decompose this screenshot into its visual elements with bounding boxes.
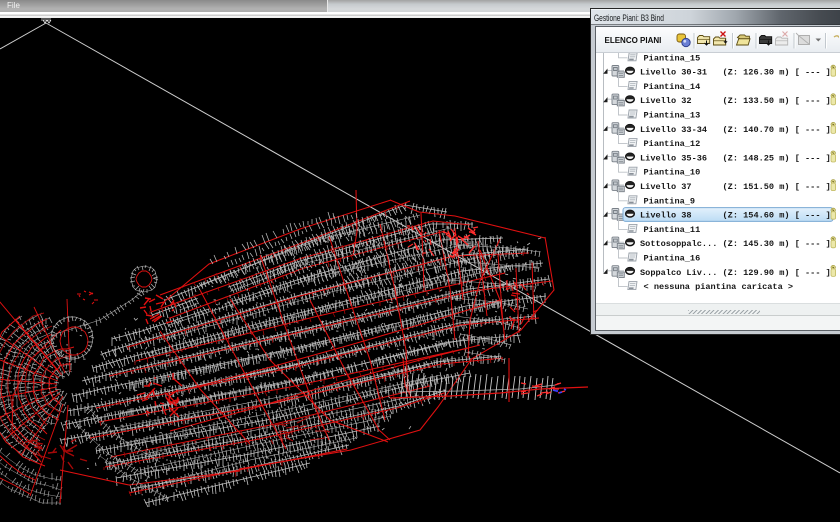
svg-text:Sottosoppalc... (Z: 145.30 m): Sottosoppalc... (Z: 145.30 m) [ --- ] bbox=[640, 239, 831, 249]
svg-text:Livello 38 (Z: 154.60 m): Livello 38 (Z: 154.60 m) [ --- ] bbox=[640, 210, 831, 220]
svg-text:Livello 35-36 (Z: 148.25 m): Livello 35-36 (Z: 148.25 m) [ --- ] bbox=[640, 153, 831, 163]
svg-text:Piantina_11: Piantina_11 bbox=[644, 224, 701, 234]
svg-text:Soppalco Liv... (Z: 129.90 m): Soppalco Liv... (Z: 129.90 m) [ --- ] bbox=[640, 267, 831, 277]
svg-text:Piantina_15: Piantina_15 bbox=[644, 53, 701, 63]
svg-text:Livello 37 (Z: 151.50 m): Livello 37 (Z: 151.50 m) [ --- ] bbox=[640, 182, 831, 192]
svg-text:Piantina_10: Piantina_10 bbox=[644, 167, 701, 177]
svg-text:< nessuna piantina caricata >: < nessuna piantina caricata > bbox=[644, 282, 794, 292]
svg-text:Livello 33-34 (Z: 140.70 m): Livello 33-34 (Z: 140.70 m) [ --- ] bbox=[640, 124, 831, 134]
svg-text:Livello 30-31 (Z: 126.30 m): Livello 30-31 (Z: 126.30 m) [ --- ] bbox=[640, 67, 831, 77]
svg-text:Piantina_9: Piantina_9 bbox=[644, 196, 696, 206]
svg-text:Piantina_12: Piantina_12 bbox=[644, 139, 701, 149]
svg-text:Piantina_13: Piantina_13 bbox=[644, 110, 701, 120]
svg-text:Piantina_14: Piantina_14 bbox=[644, 81, 701, 91]
svg-text:Livello 32 (Z: 133.50 m): Livello 32 (Z: 133.50 m) [ --- ] bbox=[640, 96, 831, 106]
svg-text:Piantina_16: Piantina_16 bbox=[644, 253, 701, 263]
